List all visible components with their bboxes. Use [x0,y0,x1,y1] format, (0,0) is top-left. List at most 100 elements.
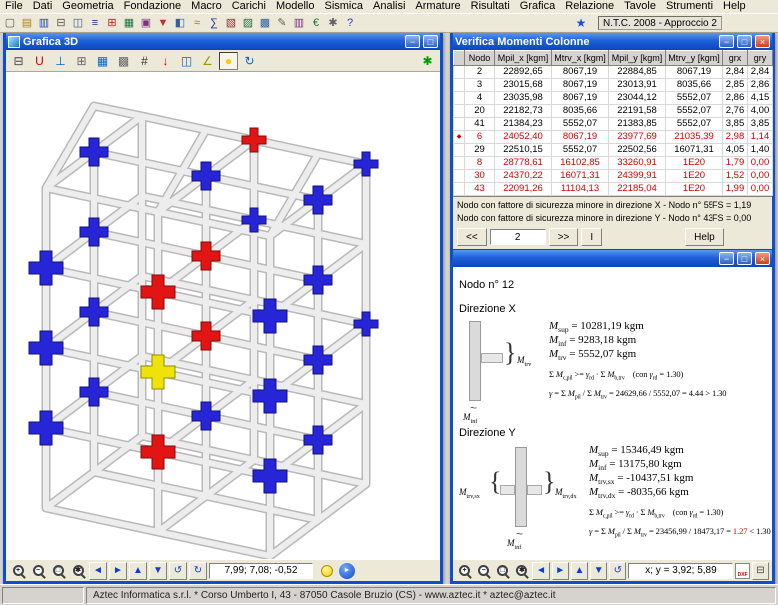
menu-item-dati[interactable]: Dati [28,0,58,13]
maximize-button[interactable]: □ [423,35,438,48]
computo-icon[interactable]: € [308,16,324,31]
pan-left-icon[interactable]: ◄ [89,562,107,580]
help-button[interactable]: Help [685,228,724,246]
rotate-right-icon[interactable]: ↻ [189,562,207,580]
page-number-field[interactable]: 2 [490,229,546,245]
menu-item-modello[interactable]: Modello [271,0,320,13]
fondazione-icon[interactable]: ▦ [121,16,137,31]
zoom-out-icon[interactable]: − [29,562,47,580]
wizard-icon[interactable]: ★ [573,16,589,31]
menu-item-macro[interactable]: Macro [186,0,227,13]
geometria-icon[interactable]: ⊞ [104,16,120,31]
animation-play-button[interactable]: ► [339,563,355,579]
menu-item-help[interactable]: Help [718,0,751,13]
rotate-left-icon[interactable]: ↺ [609,562,626,580]
column-header[interactable]: Mtrv_x [kgm] [552,51,609,66]
render-icon[interactable]: ▩ [114,52,133,70]
table-row[interactable]: 4121384,235552,0721383,855552,073,853,85 [454,118,773,131]
table-row[interactable]: 3024370,2216071,3124399,911E201,520,00 [454,170,773,183]
tavole-icon[interactable]: ▥ [291,16,307,31]
table-row[interactable]: 2922510,155552,0722502,5616071,314,051,4… [454,144,773,157]
zoom-window-icon[interactable]: □ [494,562,511,580]
dati-generali-icon[interactable]: ≡ [87,16,103,31]
opzioni-icon[interactable]: ✱ [325,16,341,31]
next-page-button[interactable]: >> [549,228,579,246]
column-header[interactable]: gry [748,51,773,66]
loads-view-icon[interactable]: ↓ [156,52,175,70]
zoom-extents-icon[interactable]: ✱ [69,562,87,580]
carichi-icon[interactable]: ▼ [155,16,171,31]
measure-icon[interactable]: ∠ [198,52,217,70]
grafica-icon[interactable]: ▩ [257,16,273,31]
menu-item-risultati[interactable]: Risultati [466,0,515,13]
preview-icon[interactable]: ◫ [70,16,86,31]
minimize-button[interactable]: − [719,35,734,48]
verifica-titlebar[interactable]: Verifica Momenti Colonne − □ × [453,33,772,50]
grafica-3d-titlebar[interactable]: Grafica 3D − □ [6,33,440,50]
minimize-button[interactable]: − [405,35,420,48]
close-button[interactable]: × [755,252,770,265]
new-file-icon[interactable]: ▢ [2,16,18,31]
help-icon[interactable]: ? [342,16,358,31]
macro-icon[interactable]: ▣ [138,16,154,31]
menu-item-relazione[interactable]: Relazione [560,0,619,13]
menu-item-carichi[interactable]: Carichi [227,0,271,13]
table-row[interactable]: 323015,688067,1923013,918035,662,852,86 [454,79,773,92]
pan-right-icon[interactable]: ► [109,562,127,580]
column-header[interactable]: Mtrv_y [kgm] [666,51,723,66]
armature-icon[interactable]: ▧ [223,16,239,31]
table-row[interactable]: 2022182,738035,6622191,585552,072,764,00 [454,105,773,118]
pan-right-icon[interactable]: ► [552,562,569,580]
pan-left-icon[interactable]: ◄ [532,562,549,580]
sismica-icon[interactable]: ≈ [189,16,205,31]
zoom-out-icon[interactable]: − [475,562,492,580]
moments-table[interactable]: NodoMpil_x [kgm]Mtrv_x [kgm]Mpil_y [kgm]… [453,50,773,196]
menu-item-armature[interactable]: Armature [410,0,465,13]
maximize-button[interactable]: □ [737,252,752,265]
refresh-icon[interactable]: ✱ [418,52,437,70]
menu-item-strumenti[interactable]: Strumenti [661,0,718,13]
menu-item-file[interactable]: File [0,0,28,13]
node-numbers-icon[interactable]: # [135,52,154,70]
table-row[interactable]: 423035,988067,1923044,125552,072,864,15 [454,92,773,105]
print-icon[interactable]: ⊟ [9,52,28,70]
pan-down-icon[interactable]: ▼ [149,562,167,580]
rotate-view-icon[interactable]: ↻ [240,52,259,70]
minimize-button[interactable]: − [719,252,734,265]
model-3d-view[interactable] [6,72,440,559]
table-row[interactable]: 222892,658067,1922884,858067,192,842,84 [454,66,773,79]
pan-up-icon[interactable]: ▲ [571,562,588,580]
zoom-window-icon[interactable]: □ [49,562,67,580]
table-row[interactable]: 828778,6116102,8533260,911E201,790,00 [454,157,773,170]
prev-page-button[interactable]: << [457,228,487,246]
menu-item-tavole[interactable]: Tavole [619,0,661,13]
menu-item-sismica[interactable]: Sismica [319,0,368,13]
zoom-in-icon[interactable]: + [9,562,27,580]
zoom-in-icon[interactable]: + [456,562,473,580]
rotate-left-icon[interactable]: ↺ [169,562,187,580]
menu-item-geometria[interactable]: Geometria [57,0,118,13]
table-row[interactable]: 4322091,2611104,1322185,041E201,990,00 [454,183,773,196]
dxf-export-icon[interactable]: DXF [735,563,749,579]
print-icon[interactable]: ⊟ [53,16,69,31]
wireframe-icon[interactable]: ▦ [93,52,112,70]
info-button[interactable]: I [581,228,602,246]
column-header[interactable]: Mpil_y [kgm] [609,51,666,66]
grid-icon[interactable]: ⊞ [72,52,91,70]
menu-item-fondazione[interactable]: Fondazione [119,0,187,13]
undo-icon[interactable]: U [30,52,49,70]
pan-down-icon[interactable]: ▼ [590,562,607,580]
modello-icon[interactable]: ◧ [172,16,188,31]
daylight-icon[interactable]: ● [219,52,238,70]
nodo-titlebar[interactable]: − □ × [453,250,772,267]
column-header[interactable]: grx [723,51,748,66]
column-header[interactable]: Nodo [465,51,495,66]
risultati-icon[interactable]: ▨ [240,16,256,31]
maximize-button[interactable]: □ [737,35,752,48]
save-icon[interactable]: ▥ [36,16,52,31]
close-button[interactable]: × [755,35,770,48]
menu-item-grafica[interactable]: Grafica [515,0,560,13]
zoom-extents-icon[interactable]: ✱ [513,562,530,580]
sections-view-icon[interactable]: ◫ [177,52,196,70]
relazione-icon[interactable]: ✎ [274,16,290,31]
